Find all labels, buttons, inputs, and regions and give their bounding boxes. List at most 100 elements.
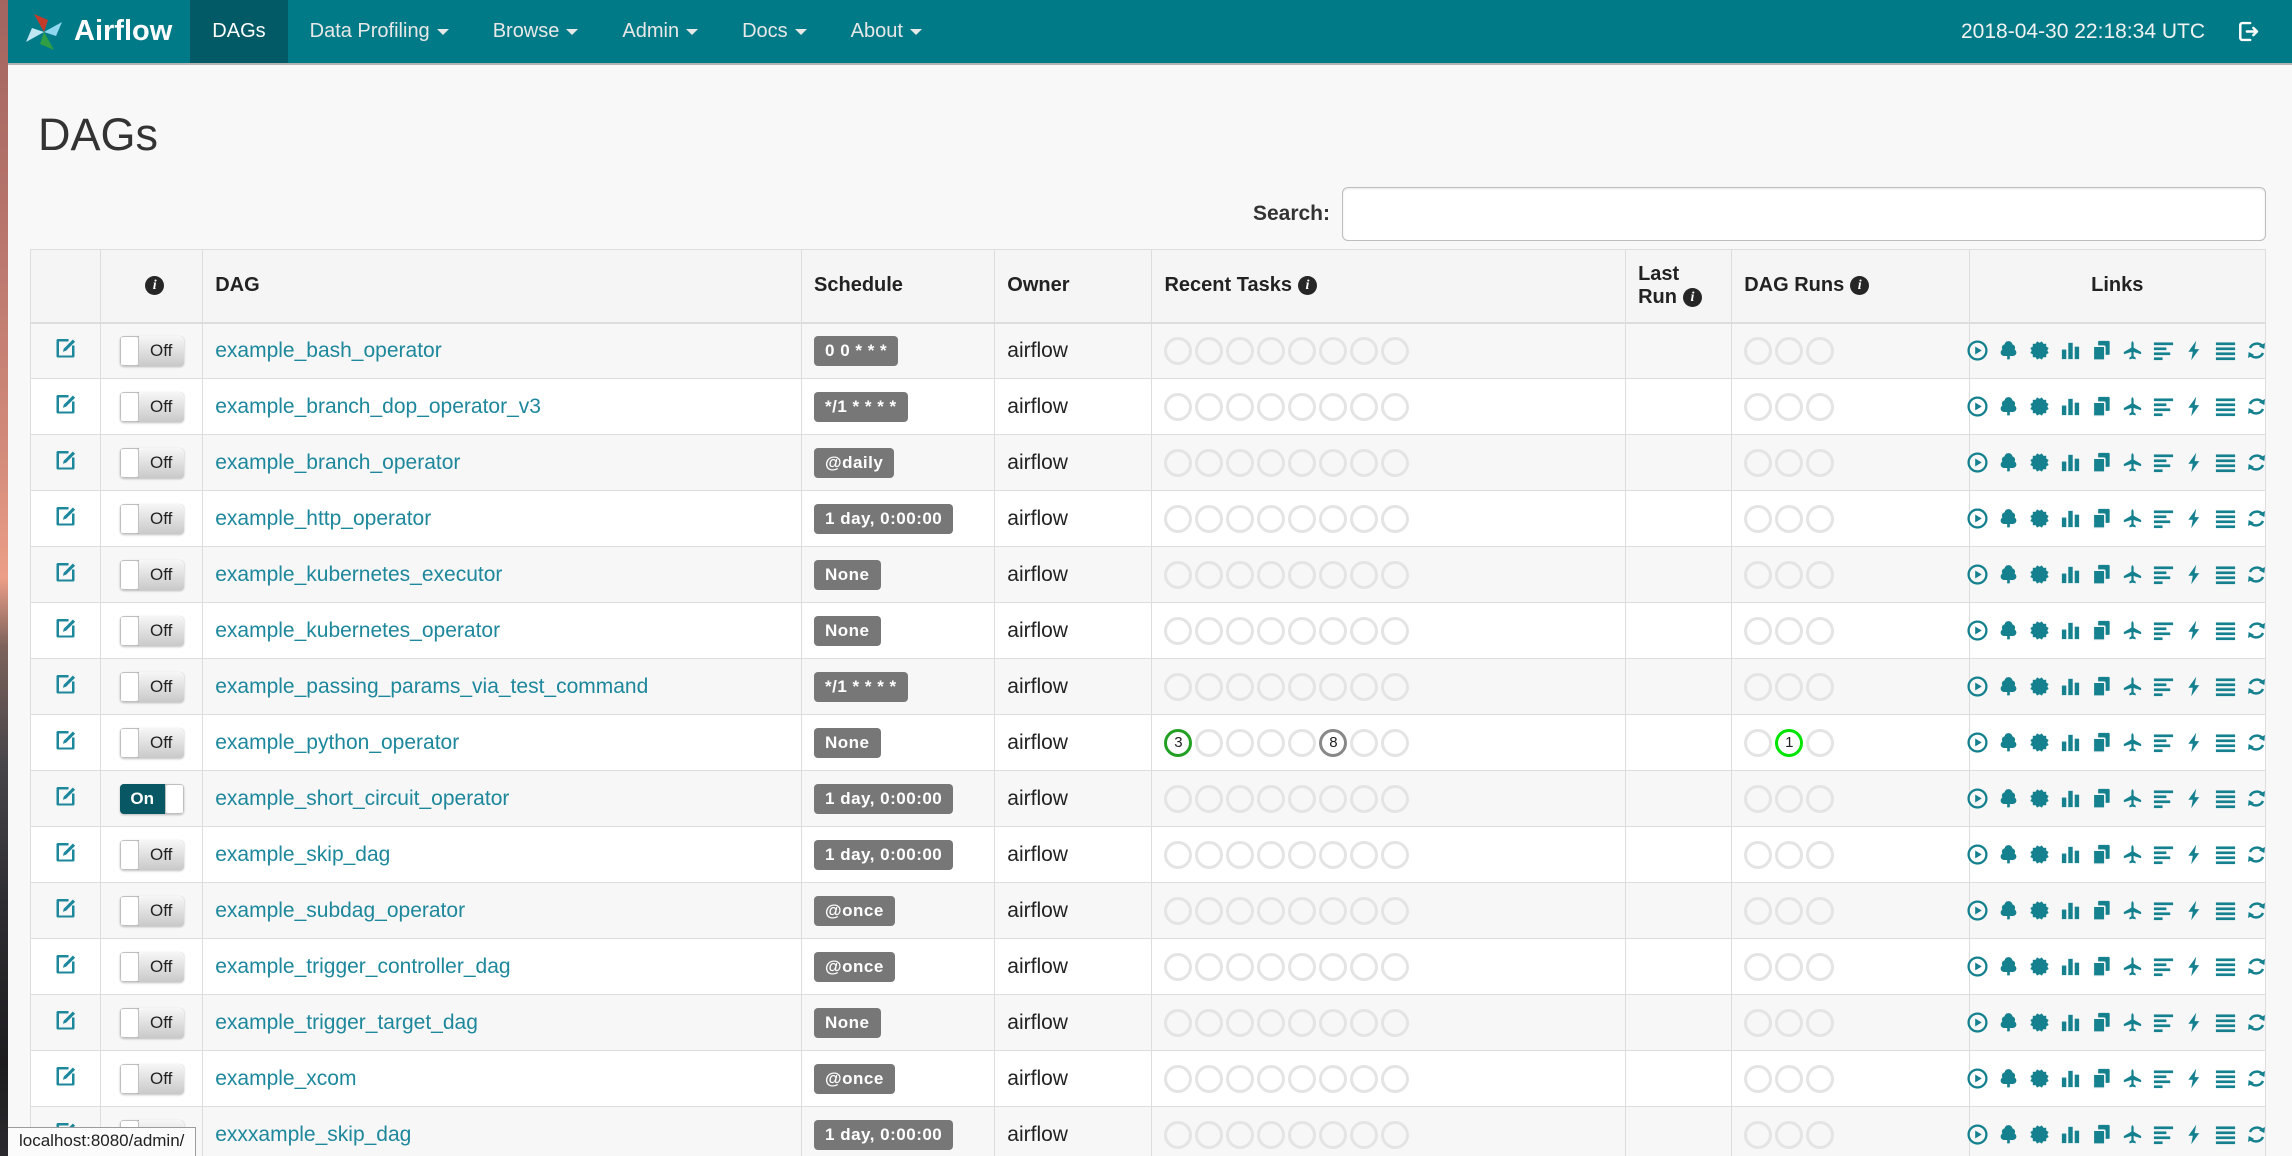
- state-circle[interactable]: [1806, 672, 1835, 701]
- state-circle[interactable]: [1381, 728, 1410, 757]
- state-circle[interactable]: [1381, 1120, 1410, 1149]
- dag-name-link[interactable]: example_bash_operator: [215, 339, 442, 362]
- task-duration-icon[interactable]: [2059, 843, 2082, 866]
- state-circle[interactable]: [1226, 504, 1255, 533]
- state-circle[interactable]: [1319, 392, 1348, 421]
- state-circle[interactable]: [1288, 784, 1317, 813]
- state-circle[interactable]: [1226, 728, 1255, 757]
- state-circle[interactable]: [1806, 896, 1835, 925]
- state-circle[interactable]: [1806, 1008, 1835, 1037]
- code-view-icon[interactable]: [2183, 507, 2206, 530]
- task-duration-icon[interactable]: [2059, 955, 2082, 978]
- task-tries-icon[interactable]: [2090, 451, 2113, 474]
- gantt-view-icon[interactable]: [2152, 1067, 2175, 1090]
- graph-view-icon[interactable]: [2028, 1123, 2051, 1146]
- tree-view-icon[interactable]: [1997, 1123, 2020, 1146]
- state-circle[interactable]: [1257, 504, 1286, 533]
- state-circle[interactable]: [1288, 1008, 1317, 1037]
- trigger-dag-icon[interactable]: [1966, 955, 1989, 978]
- logs-icon[interactable]: [2214, 955, 2237, 978]
- state-circle[interactable]: [1164, 784, 1193, 813]
- state-circle[interactable]: [1744, 672, 1773, 701]
- state-circle[interactable]: [1164, 504, 1193, 533]
- state-circle[interactable]: [1164, 896, 1193, 925]
- state-circle[interactable]: [1350, 672, 1379, 701]
- state-circle[interactable]: [1775, 840, 1804, 869]
- refresh-icon[interactable]: [2245, 787, 2268, 810]
- logs-icon[interactable]: [2214, 899, 2237, 922]
- state-circle[interactable]: [1350, 840, 1379, 869]
- state-circle[interactable]: [1319, 784, 1348, 813]
- state-circle[interactable]: [1350, 448, 1379, 477]
- task-tries-icon[interactable]: [2090, 1123, 2113, 1146]
- gantt-view-icon[interactable]: [2152, 731, 2175, 754]
- task-duration-icon[interactable]: [2059, 451, 2082, 474]
- state-circle[interactable]: [1288, 560, 1317, 589]
- state-circle[interactable]: [1195, 672, 1224, 701]
- state-circle[interactable]: [1381, 840, 1410, 869]
- dag-name-link[interactable]: example_http_operator: [215, 507, 431, 530]
- tree-view-icon[interactable]: [1997, 1011, 2020, 1034]
- edit-dag-icon[interactable]: [54, 504, 78, 528]
- graph-view-icon[interactable]: [2028, 843, 2051, 866]
- graph-view-icon[interactable]: [2028, 395, 2051, 418]
- state-circle[interactable]: [1775, 1008, 1804, 1037]
- state-circle[interactable]: 3: [1164, 728, 1193, 757]
- nav-item-admin[interactable]: Admin: [600, 0, 720, 63]
- refresh-icon[interactable]: [2245, 955, 2268, 978]
- trigger-dag-icon[interactable]: [1966, 451, 1989, 474]
- state-circle[interactable]: [1319, 952, 1348, 981]
- state-circle[interactable]: [1744, 896, 1773, 925]
- task-duration-icon[interactable]: [2059, 1067, 2082, 1090]
- nav-item-data-profiling[interactable]: Data Profiling: [288, 0, 471, 63]
- dag-pause-toggle[interactable]: Off: [119, 335, 184, 366]
- graph-view-icon[interactable]: [2028, 787, 2051, 810]
- task-duration-icon[interactable]: [2059, 339, 2082, 362]
- gantt-view-icon[interactable]: [2152, 339, 2175, 362]
- dag-name-link[interactable]: example_python_operator: [215, 731, 459, 754]
- task-duration-icon[interactable]: [2059, 619, 2082, 642]
- dag-pause-toggle[interactable]: Off: [119, 615, 184, 646]
- state-circle[interactable]: [1775, 1064, 1804, 1093]
- state-circle[interactable]: [1164, 616, 1193, 645]
- state-circle[interactable]: [1806, 504, 1835, 533]
- task-tries-icon[interactable]: [2090, 1067, 2113, 1090]
- state-circle[interactable]: [1226, 392, 1255, 421]
- task-tries-icon[interactable]: [2090, 507, 2113, 530]
- tree-view-icon[interactable]: [1997, 731, 2020, 754]
- refresh-icon[interactable]: [2245, 1067, 2268, 1090]
- state-circle[interactable]: [1288, 728, 1317, 757]
- state-circle[interactable]: [1195, 504, 1224, 533]
- gantt-view-icon[interactable]: [2152, 843, 2175, 866]
- code-view-icon[interactable]: [2183, 843, 2206, 866]
- task-tries-icon[interactable]: [2090, 339, 2113, 362]
- code-view-icon[interactable]: [2183, 731, 2206, 754]
- state-circle[interactable]: [1319, 1008, 1348, 1037]
- state-circle[interactable]: [1257, 728, 1286, 757]
- edit-dag-icon[interactable]: [54, 392, 78, 416]
- edit-dag-icon[interactable]: [54, 616, 78, 640]
- gantt-view-icon[interactable]: [2152, 1123, 2175, 1146]
- state-circle[interactable]: [1744, 1120, 1773, 1149]
- state-circle[interactable]: [1319, 1064, 1348, 1093]
- state-circle[interactable]: [1195, 840, 1224, 869]
- task-duration-icon[interactable]: [2059, 787, 2082, 810]
- state-circle[interactable]: [1806, 1120, 1835, 1149]
- state-circle[interactable]: [1775, 504, 1804, 533]
- graph-view-icon[interactable]: [2028, 451, 2051, 474]
- dag-pause-toggle[interactable]: Off: [119, 1007, 184, 1038]
- tree-view-icon[interactable]: [1997, 507, 2020, 530]
- state-circle[interactable]: 8: [1319, 728, 1348, 757]
- state-circle[interactable]: [1350, 1064, 1379, 1093]
- state-circle[interactable]: [1350, 784, 1379, 813]
- code-view-icon[interactable]: [2183, 675, 2206, 698]
- state-circle[interactable]: [1226, 840, 1255, 869]
- logs-icon[interactable]: [2214, 451, 2237, 474]
- state-circle[interactable]: [1319, 448, 1348, 477]
- trigger-dag-icon[interactable]: [1966, 1011, 1989, 1034]
- logs-icon[interactable]: [2214, 843, 2237, 866]
- dag-pause-toggle[interactable]: Off: [119, 503, 184, 534]
- state-circle[interactable]: [1195, 728, 1224, 757]
- state-circle[interactable]: [1257, 952, 1286, 981]
- tree-view-icon[interactable]: [1997, 899, 2020, 922]
